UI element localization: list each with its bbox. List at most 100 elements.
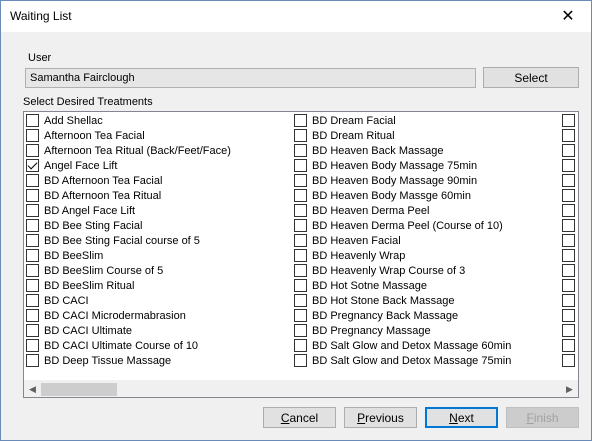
- treatment-checkbox[interactable]: [562, 219, 575, 232]
- treatment-row[interactable]: BD CACI: [26, 293, 231, 308]
- treatment-checkbox[interactable]: [562, 249, 575, 262]
- treatment-row[interactable]: BD Salt Glow and Detox Massage 75min: [294, 353, 511, 368]
- treatment-row[interactable]: BD CACI Ultimate: [26, 323, 231, 338]
- treatment-row[interactable]: [562, 188, 578, 203]
- treatment-checkbox[interactable]: [562, 204, 575, 217]
- treatment-row[interactable]: BD Heaven Body Massge 60min: [294, 188, 511, 203]
- treatment-row[interactable]: BD Angel Face Lift: [26, 203, 231, 218]
- treatment-checkbox[interactable]: [294, 189, 307, 202]
- treatment-row[interactable]: [562, 248, 578, 263]
- treatment-row[interactable]: BD Afternoon Tea Ritual: [26, 188, 231, 203]
- treatment-checkbox[interactable]: [26, 324, 39, 337]
- treatment-checkbox[interactable]: [26, 219, 39, 232]
- treatment-checkbox[interactable]: [294, 294, 307, 307]
- treatment-checkbox[interactable]: [562, 129, 575, 142]
- treatment-checkbox[interactable]: [26, 144, 39, 157]
- treatment-row[interactable]: [562, 158, 578, 173]
- horizontal-scrollbar[interactable]: ◀ ▶: [24, 380, 578, 397]
- treatment-row[interactable]: BD Heaven Derma Peel (Course of 10): [294, 218, 511, 233]
- treatment-row[interactable]: [562, 353, 578, 368]
- treatment-checkbox[interactable]: [562, 234, 575, 247]
- treatment-row[interactable]: Afternoon Tea Ritual (Back/Feet/Face): [26, 143, 231, 158]
- treatment-checkbox[interactable]: [294, 204, 307, 217]
- treatment-checkbox[interactable]: [562, 339, 575, 352]
- treatment-row[interactable]: [562, 293, 578, 308]
- treatment-checkbox[interactable]: [26, 204, 39, 217]
- treatment-checkbox[interactable]: [562, 264, 575, 277]
- treatment-row[interactable]: BD Deep Tissue Massage: [26, 353, 231, 368]
- treatment-row[interactable]: [562, 308, 578, 323]
- previous-button[interactable]: Previous: [344, 407, 417, 428]
- treatment-row[interactable]: Add Shellac: [26, 113, 231, 128]
- treatment-row[interactable]: BD Afternoon Tea Facial: [26, 173, 231, 188]
- treatment-row[interactable]: BD Pregnancy Back Massage: [294, 308, 511, 323]
- treatment-row[interactable]: BD BeeSlim: [26, 248, 231, 263]
- treatment-checkbox[interactable]: [562, 159, 575, 172]
- treatment-row[interactable]: [562, 203, 578, 218]
- scroll-left-icon[interactable]: ◀: [24, 381, 41, 397]
- treatment-checkbox[interactable]: [26, 114, 39, 127]
- treatment-checkbox[interactable]: [562, 114, 575, 127]
- treatment-row[interactable]: Afternoon Tea Facial: [26, 128, 231, 143]
- treatment-checkbox[interactable]: [294, 219, 307, 232]
- treatment-row[interactable]: BD Salt Glow and Detox Massage 60min: [294, 338, 511, 353]
- treatment-row[interactable]: BD Heaven Derma Peel: [294, 203, 511, 218]
- treatment-row[interactable]: BD Heaven Body Massage 90min: [294, 173, 511, 188]
- treatment-row[interactable]: BD Heaven Facial: [294, 233, 511, 248]
- treatment-checkbox[interactable]: [26, 264, 39, 277]
- treatment-checkbox[interactable]: [294, 264, 307, 277]
- treatment-row[interactable]: BD Hot Sotne Massage: [294, 278, 511, 293]
- treatment-checkbox[interactable]: [26, 174, 39, 187]
- treatment-row[interactable]: [562, 323, 578, 338]
- scroll-right-icon[interactable]: ▶: [561, 381, 578, 397]
- treatment-checkbox[interactable]: [26, 339, 39, 352]
- treatment-row[interactable]: BD Heaven Back Massage: [294, 143, 511, 158]
- treatment-row[interactable]: BD Heavenly Wrap: [294, 248, 511, 263]
- treatment-row[interactable]: [562, 173, 578, 188]
- treatment-row[interactable]: [562, 218, 578, 233]
- treatment-checkbox[interactable]: [562, 174, 575, 187]
- treatment-checkbox[interactable]: [26, 129, 39, 142]
- treatment-row[interactable]: Angel Face Lift: [26, 158, 231, 173]
- treatment-checkbox[interactable]: [26, 354, 39, 367]
- treatment-row[interactable]: [562, 233, 578, 248]
- treatment-checkbox[interactable]: [294, 114, 307, 127]
- treatment-checkbox[interactable]: [562, 189, 575, 202]
- treatment-checkbox[interactable]: [562, 354, 575, 367]
- treatment-row[interactable]: BD Pregnancy Massage: [294, 323, 511, 338]
- cancel-button[interactable]: Cancel: [263, 407, 336, 428]
- scroll-thumb[interactable]: [41, 383, 117, 396]
- treatment-row[interactable]: BD Heavenly Wrap Course of 3: [294, 263, 511, 278]
- treatment-checkbox[interactable]: [26, 189, 39, 202]
- treatment-row[interactable]: BD Dream Ritual: [294, 128, 511, 143]
- treatment-checkbox[interactable]: [294, 234, 307, 247]
- treatment-row[interactable]: BD BeeSlim Ritual: [26, 278, 231, 293]
- treatment-checkbox[interactable]: [26, 234, 39, 247]
- treatment-checkbox[interactable]: [26, 159, 39, 172]
- treatment-row[interactable]: [562, 263, 578, 278]
- close-button[interactable]: ✕: [545, 1, 591, 31]
- treatment-checkbox[interactable]: [294, 354, 307, 367]
- treatment-row[interactable]: [562, 278, 578, 293]
- treatment-checkbox[interactable]: [294, 249, 307, 262]
- treatment-checkbox[interactable]: [294, 309, 307, 322]
- treatment-checkbox[interactable]: [294, 279, 307, 292]
- treatments-checklist[interactable]: Add Shellac Afternoon Tea Facial Afternoon…: [23, 111, 579, 398]
- treatment-row[interactable]: BD Heaven Body Massage 75min: [294, 158, 511, 173]
- treatment-row[interactable]: BD Bee Sting Facial: [26, 218, 231, 233]
- treatment-checkbox[interactable]: [294, 339, 307, 352]
- treatment-row[interactable]: [562, 128, 578, 143]
- treatment-row[interactable]: [562, 143, 578, 158]
- treatment-checkbox[interactable]: [294, 144, 307, 157]
- treatment-checkbox[interactable]: [294, 159, 307, 172]
- treatment-checkbox[interactable]: [26, 249, 39, 262]
- treatment-row[interactable]: BD CACI Microdermabrasion: [26, 308, 231, 323]
- treatment-row[interactable]: BD CACI Ultimate Course of 10: [26, 338, 231, 353]
- treatment-checkbox[interactable]: [294, 324, 307, 337]
- treatment-row[interactable]: [562, 113, 578, 128]
- select-user-button[interactable]: Select: [483, 67, 579, 88]
- treatment-row[interactable]: [562, 338, 578, 353]
- treatment-checkbox[interactable]: [562, 309, 575, 322]
- treatment-checkbox[interactable]: [562, 324, 575, 337]
- treatment-checkbox[interactable]: [26, 309, 39, 322]
